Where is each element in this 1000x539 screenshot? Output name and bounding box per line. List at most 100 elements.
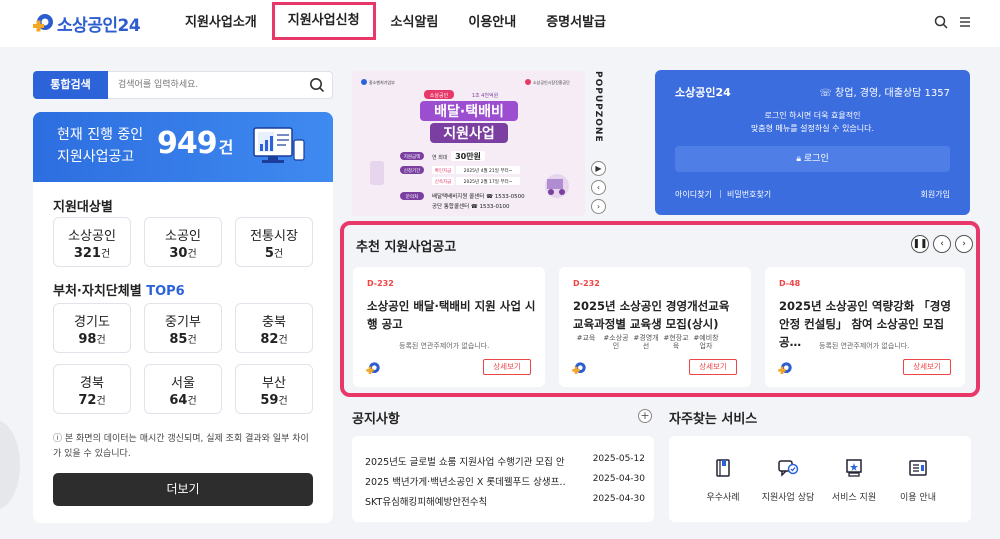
notice-item[interactable]: SKT유심해킹피해예방안전수칙 2025-04-30 xyxy=(365,494,645,508)
popup-row1-label: 지원금액 xyxy=(404,153,421,160)
target-title: 지원대상별 xyxy=(53,200,113,215)
tag[interactable]: #현장교육 xyxy=(663,334,689,350)
recommend-card[interactable]: D-232 2025년 소상공인 경영개선교육 교육과정별 교육생 모집(상시)… xyxy=(559,267,751,387)
site-header: 소상공인24 지원사업소개 지원사업신청 소식알림 이용안내 증명서발급 xyxy=(0,0,1000,47)
plus-icon[interactable]: + xyxy=(638,409,652,423)
tag[interactable]: #교육 xyxy=(573,334,599,350)
book-icon xyxy=(716,459,730,477)
support-icon xyxy=(846,459,862,477)
notices-title: 공지사항 xyxy=(352,412,400,427)
stat-busan[interactable]: 부산 59건 xyxy=(235,364,313,414)
join-link[interactable]: 회원가입 xyxy=(921,189,950,200)
popup-banner[interactable]: 중소벤처기업부 소상공인시장진흥공단 소상공인 1조 4천억원 배달·택배비 지… xyxy=(352,71,585,216)
popup-row1-value: 30만원 xyxy=(455,151,481,161)
main-nav: 지원사업소개 지원사업신청 소식알림 이용안내 증명서발급 xyxy=(170,0,621,47)
popup-row2b-chip: 신속지급 xyxy=(435,178,452,185)
data-notice: ⓘ 본 화면의 데이터는 매시간 갱신되며, 실제 조회 결과와 일부 차이가 … xyxy=(53,434,309,459)
logo-mark-icon xyxy=(778,362,792,374)
recommend-card[interactable]: D-48 2025년 소상공인 역량강화 「경영안정 컨설팅」 참여 소상공인 … xyxy=(765,267,965,387)
more-button[interactable]: 더보기 xyxy=(53,473,313,506)
popup-headline2: 지원사업 xyxy=(443,126,495,142)
footer-divider: | xyxy=(719,189,722,198)
popup-zone-label: POPUPZONE xyxy=(593,71,603,143)
tag[interactable]: #예비창업자 xyxy=(693,334,719,350)
popup-row1-prefix: 연 최대 xyxy=(432,154,448,161)
login-msg-1: 로그인 하시면 더욱 효율적인 xyxy=(764,111,861,120)
nav-item-intro[interactable]: 지원사업소개 xyxy=(170,0,272,47)
service-support[interactable]: 서비스 지원 xyxy=(819,458,889,503)
service-guide[interactable]: 이용 안내 xyxy=(883,458,953,503)
tag[interactable]: #소상공인 xyxy=(603,334,629,350)
popup-banner-graphic: 중소벤처기업부 소상공인시장진흥공단 소상공인 1조 4천억원 배달·택배비 지… xyxy=(352,71,585,216)
pause-icon[interactable]: ❚❚ xyxy=(911,235,929,253)
tag[interactable]: #경영개선 xyxy=(633,334,659,350)
find-pw-link[interactable]: 비밀번호찾기 xyxy=(727,189,771,200)
stat-traditional-market[interactable]: 전통시장 5건 xyxy=(235,217,313,267)
notice-item[interactable]: 2025 백년가게·백년소공인 X 롯데웰푸드 상생프… 2025-04-30 xyxy=(365,474,645,488)
stats-card: 현재 진행 중인 지원사업공고 949 건 지원대상별 소상공인 321건 소공인… xyxy=(33,112,333,523)
detail-button[interactable]: 상세보기 xyxy=(903,359,951,375)
login-button[interactable]: 🔒︎ 로그인 xyxy=(675,146,950,172)
ongoing-banner[interactable]: 현재 진행 중인 지원사업공고 949 건 xyxy=(33,112,333,182)
search-icon[interactable] xyxy=(309,77,325,93)
logo-mark-icon xyxy=(33,13,53,31)
stat-seoul[interactable]: 서울 64건 xyxy=(144,364,222,414)
popup-row3-value1: 배달택배비지원 콜센터 ☎ 1533-0500 xyxy=(432,192,525,200)
stat-sogongin[interactable]: 소공인 30건 xyxy=(144,217,222,267)
recommend-title: 추천 지원사업공고 xyxy=(356,240,457,255)
guide-icon xyxy=(909,460,927,476)
dashboard-illustration-icon xyxy=(253,127,305,163)
notices-list: 2025년도 글로벌 쇼룸 지원사업 수행기관 모집 안내 2025-05-12 … xyxy=(352,436,654,522)
recommend-card[interactable]: D-232 소상공인 배달·택배비 지원 사업 시행 공고 등록된 연관주제어가… xyxy=(353,267,545,387)
stat-gyeonggi[interactable]: 경기도 98건 xyxy=(53,303,131,353)
nav-item-news[interactable]: 소식알림 xyxy=(376,0,454,47)
stat-sosanggongin[interactable]: 소상공인 321건 xyxy=(53,217,131,267)
chevron-right-icon[interactable]: › xyxy=(955,235,973,253)
chat-icon xyxy=(778,460,799,477)
login-title: 소상공인24 xyxy=(675,86,731,99)
popup-row3-label: 문의처 xyxy=(406,193,418,200)
stat-chungbuk[interactable]: 충북 82건 xyxy=(235,303,313,353)
logo-mark-icon xyxy=(366,362,380,374)
consult-phone[interactable]: ☏ 창업, 경영, 대출상담 1357 xyxy=(819,84,950,99)
menu-icon[interactable] xyxy=(958,15,972,29)
banner-line1: 현재 진행 중인 xyxy=(57,127,144,143)
detail-button[interactable]: 상세보기 xyxy=(689,359,737,375)
stat-gyeongbuk[interactable]: 경북 72건 xyxy=(53,364,131,414)
service-best-practice[interactable]: 우수사례 xyxy=(688,458,758,503)
chevron-left-icon[interactable]: ‹ xyxy=(591,180,606,195)
dday-badge: D-232 xyxy=(573,279,600,288)
header-icons xyxy=(934,15,972,29)
services-title: 자주찾는 서비스 xyxy=(669,412,758,427)
find-id-link[interactable]: 아이디찾기 xyxy=(675,189,712,200)
decorative-circle xyxy=(0,420,20,510)
play-icon[interactable]: ▶ xyxy=(591,161,606,176)
integrated-search: 통합검색 xyxy=(33,71,333,99)
site-logo[interactable]: 소상공인24 xyxy=(31,11,141,36)
login-card: 소상공인24 ☏ 창업, 경영, 대출상담 1357 로그인 하시면 더욱 효율… xyxy=(655,70,970,215)
popup-agency2: 소상공인시장진흥공단 xyxy=(533,79,570,85)
banner-count: 949 건 xyxy=(157,126,233,161)
nav-item-apply[interactable]: 지원사업신청 xyxy=(271,2,376,40)
chevron-right-icon[interactable]: › xyxy=(591,199,606,214)
card-tags: #교육 #소상공인 #경영개선 #현장교육 #예비창업자 xyxy=(573,334,719,350)
detail-button[interactable]: 상세보기 xyxy=(483,359,531,375)
stat-mss[interactable]: 중기부 85건 xyxy=(144,303,222,353)
popup-row2a-value: 2025년 4월 21일 부터~ xyxy=(464,167,513,174)
card-keywords: 등록된 연관주제어가 없습니다. xyxy=(819,342,910,350)
info-icon: ⓘ xyxy=(53,434,65,444)
card-keywords: 등록된 연관주제어가 없습니다. xyxy=(399,342,490,350)
search-icon[interactable] xyxy=(934,15,948,29)
nav-item-guide[interactable]: 이용안내 xyxy=(453,0,531,47)
logo-mark-icon xyxy=(572,362,586,374)
logo-text: 소상공인24 xyxy=(57,16,141,36)
service-consulting[interactable]: 지원사업 상담 xyxy=(753,458,823,503)
popup-row2-label: 신청기간 xyxy=(404,167,421,174)
search-input[interactable] xyxy=(108,71,333,99)
nav-item-certificate[interactable]: 증명서발급 xyxy=(531,0,621,47)
notice-item[interactable]: 2025년도 글로벌 쇼룸 지원사업 수행기관 모집 안내 2025-05-12 xyxy=(365,454,645,468)
search-tab[interactable]: 통합검색 xyxy=(33,71,108,99)
popup-tag2: 1조 4천억원 xyxy=(472,92,499,99)
agency-title: 부처·자치단체별 TOP6 xyxy=(53,284,185,299)
chevron-left-icon[interactable]: ‹ xyxy=(933,235,951,253)
